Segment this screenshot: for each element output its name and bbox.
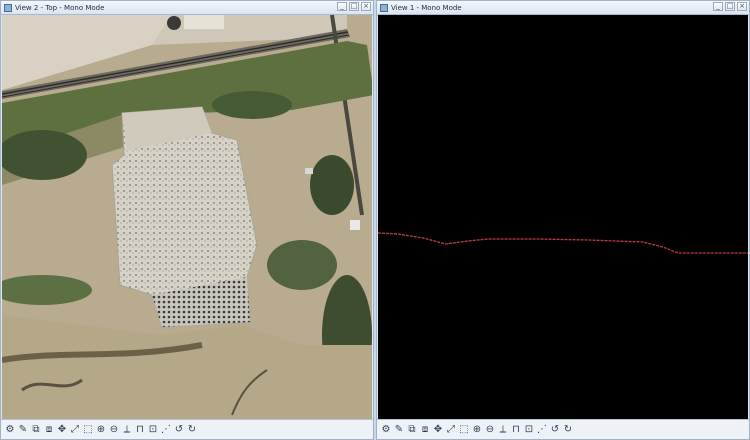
view-2-window-buttons: _ □ × [337, 2, 371, 11]
view-2-pane: View 2 - Top - Mono Mode _ □ × ⚙ ✎ ⧉ ⧈ ✥… [0, 0, 374, 440]
window-zoom-icon[interactable]: ⬚ [458, 423, 470, 437]
zoom-out-icon[interactable]: ⊖ [484, 423, 496, 437]
undo-icon[interactable]: ↺ [173, 423, 185, 437]
view-2-title: View 2 - Top - Mono Mode [15, 3, 105, 12]
stack-icon[interactable]: ⧈ [419, 423, 431, 437]
view-1-pane: View 1 - Mono Mode _ □ × ⚙ ✎ ⧉ ⧈ ✥ ⤢ ⬚ ⊕ ⊖ ⟂ ⊓ ⊡ ⋰ ↺ ↻ [376, 0, 750, 440]
window-zoom-icon[interactable]: ⬚ [82, 423, 94, 437]
select-icon[interactable]: ⋰ [160, 423, 172, 437]
settings-icon[interactable]: ⚙ [4, 423, 16, 437]
measure-icon[interactable]: ⟂ [497, 423, 509, 437]
minimize-icon[interactable]: _ [713, 2, 723, 11]
view-2-titlebar[interactable]: View 2 - Top - Mono Mode _ □ × [1, 1, 373, 15]
select-icon[interactable]: ⋰ [536, 423, 548, 437]
profile-viewport[interactable] [378, 15, 748, 419]
brush-icon[interactable]: ✎ [393, 423, 405, 437]
view-2-toolbar: ⚙ ✎ ⧉ ⧈ ✥ ⤢ ⬚ ⊕ ⊖ ⟂ ⊓ ⊡ ⋰ ↺ ↻ [1, 419, 373, 439]
brush-icon[interactable]: ✎ [17, 423, 29, 437]
settings-icon[interactable]: ⚙ [380, 423, 392, 437]
view-icon [4, 3, 12, 12]
redo-icon[interactable]: ↻ [186, 423, 198, 437]
profile-canvas [378, 232, 748, 254]
view-1-window-buttons: _ □ × [713, 2, 747, 11]
box-icon[interactable]: ⊡ [147, 423, 159, 437]
aerial-imagery-viewport[interactable] [2, 15, 372, 419]
frame-icon[interactable]: ⊓ [510, 423, 522, 437]
fit-icon[interactable]: ⤢ [445, 423, 457, 437]
terrain-profile-line [378, 232, 748, 254]
view-icon [380, 3, 388, 12]
close-icon[interactable]: × [361, 2, 371, 11]
stack-icon[interactable]: ⧈ [43, 423, 55, 437]
redo-icon[interactable]: ↻ [562, 423, 574, 437]
aerial-image [2, 15, 372, 419]
copy-view-icon[interactable]: ⧉ [406, 423, 418, 437]
view-1-title: View 1 - Mono Mode [391, 3, 462, 12]
close-icon[interactable]: × [737, 2, 747, 11]
view-1-toolbar: ⚙ ✎ ⧉ ⧈ ✥ ⤢ ⬚ ⊕ ⊖ ⟂ ⊓ ⊡ ⋰ ↺ ↻ [377, 419, 749, 439]
box-icon[interactable]: ⊡ [523, 423, 535, 437]
minimize-icon[interactable]: _ [337, 2, 347, 11]
maximize-icon[interactable]: □ [349, 2, 359, 11]
fit-icon[interactable]: ⤢ [69, 423, 81, 437]
undo-icon[interactable]: ↺ [549, 423, 561, 437]
pan-icon[interactable]: ✥ [432, 423, 444, 437]
maximize-icon[interactable]: □ [725, 2, 735, 11]
zoom-in-icon[interactable]: ⊕ [471, 423, 483, 437]
pan-icon[interactable]: ✥ [56, 423, 68, 437]
copy-view-icon[interactable]: ⧉ [30, 423, 42, 437]
measure-icon[interactable]: ⟂ [121, 423, 133, 437]
view-1-titlebar[interactable]: View 1 - Mono Mode _ □ × [377, 1, 749, 15]
zoom-out-icon[interactable]: ⊖ [108, 423, 120, 437]
zoom-in-icon[interactable]: ⊕ [95, 423, 107, 437]
frame-icon[interactable]: ⊓ [134, 423, 146, 437]
